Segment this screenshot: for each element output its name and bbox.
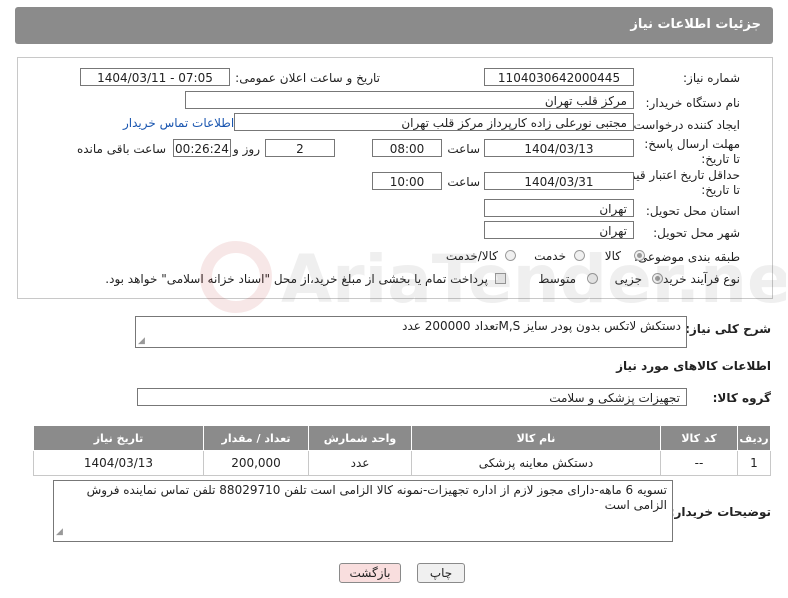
buyer-org-field: مرکز قلب تهران — [185, 91, 634, 109]
requester-field: مجتبی نورعلی زاده کارپرداز مرکز قلب تهرا… — [234, 113, 634, 131]
response-deadline-time: 08:00 — [372, 139, 442, 157]
requester-label: ایجاد کننده درخواست: — [629, 118, 740, 132]
cell-quantity: 200,000 — [203, 450, 309, 476]
goods-section-title: اطلاعات کالاهای مورد نیاز — [616, 359, 771, 373]
purchase-process-label: نوع فرآیند خرید : — [655, 272, 740, 286]
response-days-label: روز و — [233, 142, 260, 156]
category-option-goods-service: کالا/خدمت — [445, 249, 498, 263]
cell-need-date: 1404/03/13 — [33, 450, 204, 476]
col-need-date: تاریخ نیاز — [33, 425, 204, 451]
col-row: ردیف — [737, 425, 771, 451]
description-label: شرح کلی نیاز: — [685, 322, 771, 336]
remaining-time-label: ساعت باقی مانده — [76, 142, 166, 156]
category-label: طبقه بندی موضوعی: — [633, 250, 740, 264]
print-button[interactable]: چاپ — [417, 563, 465, 583]
cell-code: -- — [660, 450, 738, 476]
col-quantity: تعداد / مقدار — [203, 425, 309, 451]
category-option-goods: کالا — [604, 249, 621, 263]
category-radio-service[interactable] — [574, 250, 585, 261]
announce-datetime-label: تاریخ و ساعت اعلان عمومی: — [235, 71, 380, 85]
page-title: جزئیات اطلاعات نیاز — [630, 17, 761, 32]
description-textarea: دستکش لاتکس بدون پودر سایز M,Sتعداد 2000… — [135, 316, 687, 348]
delivery-province-label: استان محل تحویل: — [645, 204, 740, 218]
need-number-label: شماره نیاز: — [683, 71, 740, 85]
need-number-field: 1104030642000445 — [484, 68, 634, 86]
goods-group-field: تجهیزات پزشکی و سلامت — [137, 388, 687, 406]
category-radio-goods[interactable] — [634, 250, 645, 261]
response-deadline-date: 1404/03/13 — [484, 139, 634, 157]
process-radio-medium[interactable] — [587, 273, 598, 284]
cell-row: 1 — [737, 450, 771, 476]
resize-grip-icon: ◢ — [138, 336, 145, 346]
col-code: کد کالا — [660, 425, 738, 451]
buyer-notes-text: تسویه 6 ماهه-دارای مجوز لازم از اداره تج… — [86, 483, 667, 512]
description-text: دستکش لاتکس بدون پودر سایز M,Sتعداد 2000… — [402, 319, 681, 333]
cell-unit: عدد — [308, 450, 412, 476]
resize-grip-icon: ◢ — [56, 527, 63, 537]
treasury-payment-checkbox[interactable] — [495, 273, 506, 284]
items-table: ردیف کد کالا نام کالا واحد شمارش تعداد /… — [33, 425, 771, 476]
price-validity-date: 1404/03/31 — [484, 172, 634, 190]
price-validity-time-label: ساعت — [447, 175, 480, 189]
buyer-notes-textarea: تسویه 6 ماهه-دارای مجوز لازم از اداره تج… — [53, 480, 673, 542]
category-radio-goods-service[interactable] — [505, 250, 516, 261]
page-header: جزئیات اطلاعات نیاز — [15, 7, 773, 44]
col-unit: واحد شمارش — [308, 425, 412, 451]
table-row: 1 -- دستکش معاینه پزشکی عدد 200,000 1404… — [33, 450, 771, 476]
remaining-time-field: 00:26:24 — [173, 139, 231, 157]
announce-datetime-field: 1404/03/11 - 07:05 — [80, 68, 230, 86]
col-name: نام کالا — [411, 425, 661, 451]
cell-name: دستکش معاینه پزشکی — [411, 450, 661, 476]
delivery-city-field: تهران — [484, 221, 634, 239]
process-radio-minor[interactable] — [652, 273, 663, 284]
buyer-contact-link[interactable]: اطلاعات تماس خریدار — [123, 116, 234, 130]
back-button[interactable]: بازگشت — [339, 563, 401, 583]
process-option-minor: جزیی — [614, 272, 642, 286]
buyer-org-label: نام دستگاه خریدار: — [645, 96, 741, 110]
delivery-province-field: تهران — [484, 199, 634, 217]
treasury-payment-note: پرداخت تمام یا بخشی از مبلغ خرید،از محل … — [105, 272, 488, 286]
response-deadline-label: مهلت ارسال پاسخ: تا تاریخ: — [644, 137, 740, 166]
items-table-header: ردیف کد کالا نام کالا واحد شمارش تعداد /… — [33, 425, 771, 451]
goods-group-label: گروه کالا: — [712, 391, 771, 405]
process-option-medium: متوسط — [538, 272, 576, 286]
response-days-field: 2 — [265, 139, 335, 157]
buyer-notes-label: توضیحات خریدار: — [669, 505, 771, 519]
category-option-service: خدمت — [534, 249, 566, 263]
delivery-city-label: شهر محل تحویل: — [653, 226, 740, 240]
response-time-label: ساعت — [447, 142, 480, 156]
price-validity-time: 10:00 — [372, 172, 442, 190]
